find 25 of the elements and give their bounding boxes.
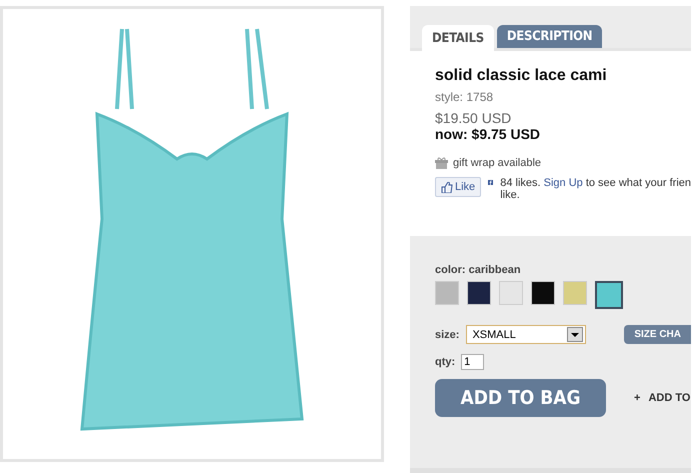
sign-up-link[interactable]: Sign Up [544, 177, 583, 189]
friends-text: to see what your frien [586, 177, 691, 189]
original-price: $19.50 USD [435, 110, 512, 126]
friends-text-end: like. [500, 189, 521, 201]
size-label: size: [435, 328, 460, 340]
thumbs-up-icon [441, 182, 453, 192]
likes-count: 84 likes. [500, 177, 541, 189]
like-button[interactable]: Like [435, 177, 482, 197]
color-swatch[interactable] [595, 281, 623, 309]
qty-label: qty: [435, 356, 456, 368]
add-to-wishlist-link[interactable]: + ADD TO [634, 392, 690, 404]
color-label: color: caribbean [435, 264, 521, 276]
gift-wrap-text: gift wrap available [453, 157, 542, 169]
size-select[interactable]: XSMALL [466, 325, 586, 344]
product-name: solid classic lace cami [435, 67, 608, 85]
tab[interactable]: DETAILS [422, 25, 494, 51]
size-chart-button[interactable]: SIZE CHA [624, 325, 691, 344]
sale-price: now: $9.75 USD [435, 126, 542, 142]
qty-field[interactable]: 1 [461, 354, 484, 370]
add-to-bag-button[interactable]: ADD TO BAG [435, 379, 606, 417]
caret-icon [567, 327, 584, 342]
style-number: style: 1758 [435, 90, 494, 104]
gift-icon [435, 157, 448, 169]
facebook-icon [488, 177, 494, 188]
tab[interactable]: DESCRIPTION [496, 25, 602, 48]
